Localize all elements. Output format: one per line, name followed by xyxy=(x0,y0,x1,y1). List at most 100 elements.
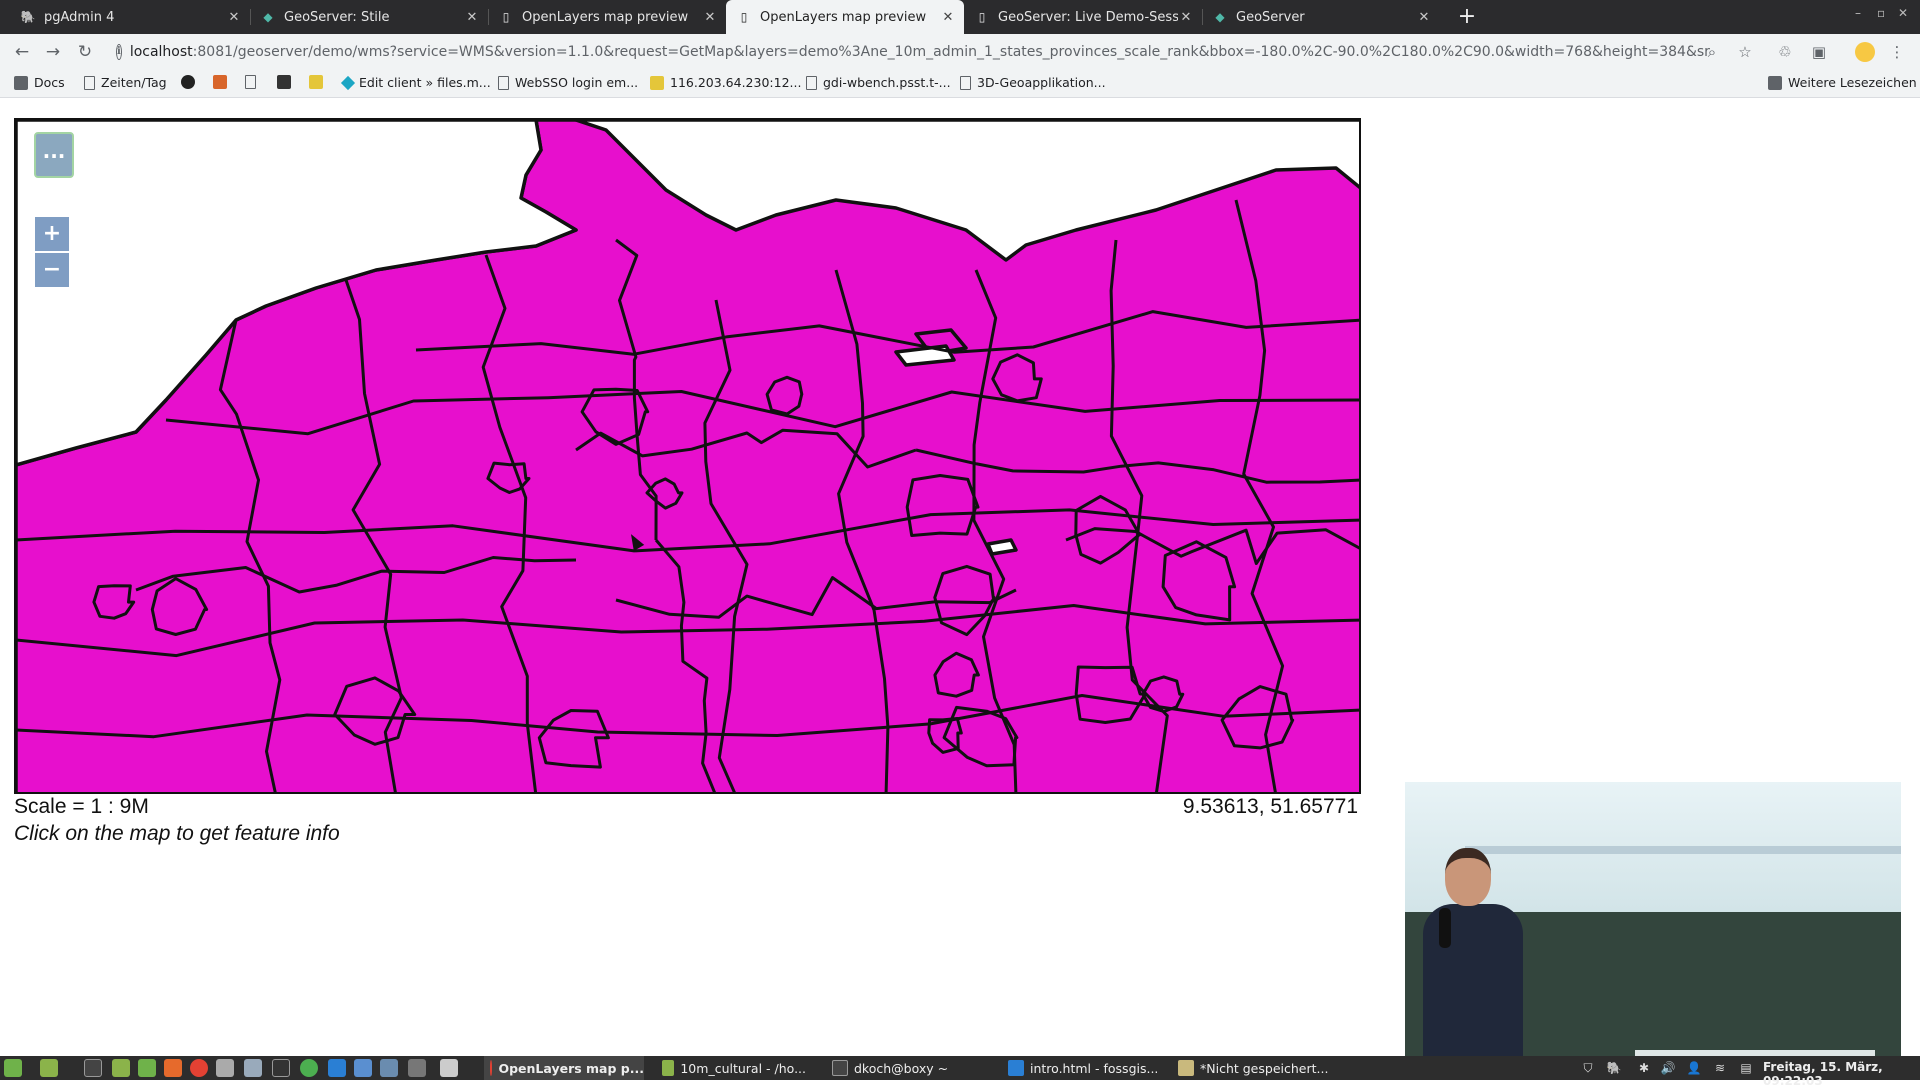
app-icon xyxy=(213,75,227,89)
minimize-icon[interactable]: – xyxy=(1855,6,1861,20)
page-icon: ▯ xyxy=(502,10,510,24)
close-icon[interactable]: ✕ xyxy=(702,10,718,25)
feature-info-hint: Click on the map to get feature info xyxy=(14,822,340,845)
expand-icon xyxy=(245,75,256,89)
bookmark-app-3[interactable] xyxy=(277,75,297,89)
tab-title: pgAdmin 4 xyxy=(44,9,115,25)
bookmark-star-icon[interactable]: ☆ xyxy=(1735,42,1755,62)
address-bar[interactable]: i localhost:8081/geoserver/demo/wms?serv… xyxy=(110,37,1710,67)
clock: Freitag, 15. März, 09:22:03 xyxy=(1763,1060,1883,1088)
app-icon[interactable] xyxy=(354,1059,372,1077)
diamond-icon xyxy=(340,75,356,90)
app-icon[interactable] xyxy=(244,1059,262,1077)
page-icon: ▯ xyxy=(978,10,986,24)
bookmark-app-2[interactable] xyxy=(245,75,262,89)
bluetooth-icon[interactable]: ✱ xyxy=(1636,1060,1652,1076)
taskbar-task-vscode[interactable]: intro.html - fossgis... xyxy=(1002,1056,1162,1080)
extension-icon[interactable]: ♲ xyxy=(1775,42,1795,62)
bookmark-websso[interactable]: WebSSO login em... xyxy=(498,75,638,90)
wifi-icon[interactable]: ≋ xyxy=(1712,1060,1728,1076)
tab-openlayers-preview-active[interactable]: ▯ OpenLayers map preview ✕ xyxy=(726,0,964,34)
map-layer[interactable] xyxy=(16,120,1361,794)
files-icon[interactable] xyxy=(112,1059,130,1077)
start-menu-icon[interactable] xyxy=(4,1059,22,1077)
bookmark-edit-client[interactable]: Edit client » files.m... xyxy=(340,75,491,90)
close-icon[interactable]: ✕ xyxy=(1178,10,1194,25)
browser-toolbar: ← → ↻ i localhost:8081/geoserver/demo/wm… xyxy=(0,34,1920,70)
folder-icon xyxy=(1768,75,1782,90)
spreadsheet-icon[interactable] xyxy=(138,1059,156,1077)
menu-kebab-icon[interactable]: ⋮ xyxy=(1887,42,1907,62)
back-arrow-icon[interactable]: ← xyxy=(10,40,34,64)
bookmark-3d-geoapplikation[interactable]: 3D-Geoapplikation... xyxy=(960,75,1106,90)
lake-polygon xyxy=(986,538,1018,556)
cursor-coordinates: 9.53613, 51.65771 xyxy=(1182,795,1358,818)
taskbar-task-10m-cultural[interactable]: 10m_cultural - /ho... xyxy=(656,1056,806,1080)
taskbar-task-editor[interactable]: *Nicht gespeichert... xyxy=(1172,1056,1342,1080)
geoserver-icon: ◆ xyxy=(263,10,273,24)
layer-switcher-button[interactable]: ··· xyxy=(34,132,74,178)
user-icon[interactable]: 👤 xyxy=(1686,1060,1702,1076)
task-label: 10m_cultural - /ho... xyxy=(680,1060,806,1076)
profile-avatar[interactable] xyxy=(1855,42,1875,62)
github-icon xyxy=(181,75,195,89)
bookmark-ip-address[interactable]: 116.203.64.230:12... xyxy=(650,75,801,90)
zoom-out-button[interactable]: − xyxy=(35,253,69,287)
tab-title: OpenLayers map preview xyxy=(522,9,689,25)
elephant-icon[interactable]: 🐘 xyxy=(1606,1060,1622,1076)
task-label: OpenLayers map p... xyxy=(498,1060,644,1076)
shield-icon[interactable]: ⛉ xyxy=(1580,1060,1596,1076)
bookmark-label: gdi-wbench.psst.t-... xyxy=(823,75,951,90)
bookmark-gdi-wbench[interactable]: gdi-wbench.psst.t-... xyxy=(806,75,951,90)
pgadmin-icon[interactable] xyxy=(380,1059,398,1077)
chrome-icon[interactable] xyxy=(190,1059,208,1077)
bookmark-app-4[interactable] xyxy=(309,75,329,89)
volume-icon[interactable]: 🔊 xyxy=(1660,1060,1676,1076)
reload-icon[interactable]: ↻ xyxy=(73,40,97,64)
tab-geoserver[interactable]: ◆ GeoServer ✕ xyxy=(1202,0,1440,34)
show-desktop-icon[interactable] xyxy=(40,1059,58,1077)
zoom-in-button[interactable]: + xyxy=(35,217,69,251)
close-icon[interactable]: ✕ xyxy=(226,10,242,25)
maximize-icon[interactable]: ▫ xyxy=(1877,6,1885,20)
bookmark-github[interactable] xyxy=(181,75,201,89)
close-icon[interactable]: ✕ xyxy=(940,10,956,25)
thumb-icon xyxy=(309,75,323,89)
firefox-icon[interactable] xyxy=(164,1059,182,1077)
close-icon[interactable]: ✕ xyxy=(464,10,480,25)
bookmark-zeiten-tag[interactable]: Zeiten/Tag xyxy=(84,75,167,90)
bookmark-label: 116.203.64.230:12... xyxy=(670,75,802,90)
bookmark-label: Zeiten/Tag xyxy=(101,75,167,90)
scale-indicator: Scale = 1 : 9M xyxy=(14,795,149,818)
info-icon[interactable]: i xyxy=(116,44,122,60)
map-viewport[interactable]: ··· + − xyxy=(14,118,1361,794)
tab-openlayers-preview-1[interactable]: ▯ OpenLayers map preview ✕ xyxy=(488,0,726,34)
app-icon[interactable] xyxy=(300,1059,318,1077)
forward-arrow-icon[interactable]: → xyxy=(41,40,65,64)
bookmark-label: Docs xyxy=(34,75,65,90)
close-icon[interactable]: ✕ xyxy=(1416,10,1432,25)
new-tab-button[interactable]: + xyxy=(1454,4,1480,30)
app-icon[interactable] xyxy=(272,1059,290,1077)
tab-pgadmin[interactable]: 🐘 pgAdmin 4 ✕ xyxy=(10,0,250,34)
os-taskbar: OpenLayers map p... 10m_cultural - /ho..… xyxy=(0,1056,1920,1088)
bookmark-app-1[interactable] xyxy=(213,75,233,89)
speaker-video-overlay xyxy=(1405,782,1901,1060)
terminal-icon[interactable] xyxy=(84,1059,102,1077)
taskbar-task-openlayers[interactable]: OpenLayers map p... xyxy=(484,1056,644,1080)
app-icon[interactable] xyxy=(440,1059,458,1077)
notes-icon[interactable]: ▤ xyxy=(1738,1060,1754,1076)
banana-icon xyxy=(650,75,664,90)
cast-icon[interactable]: ▣ xyxy=(1809,42,1829,62)
vscode-icon[interactable] xyxy=(328,1059,346,1077)
close-window-icon[interactable]: ✕ xyxy=(1898,6,1908,20)
taskbar-task-terminal[interactable]: dkoch@boxy ~ xyxy=(826,1056,976,1080)
bookmark-label: Edit client » files.m... xyxy=(359,75,491,90)
tab-geoserver-stile[interactable]: ◆ GeoServer: Stile ✕ xyxy=(250,0,488,34)
app-icon[interactable] xyxy=(216,1059,234,1077)
app-icon[interactable] xyxy=(408,1059,426,1077)
zoom-magnifier-icon[interactable]: ⌕ xyxy=(1702,42,1722,62)
bookmark-docs[interactable]: Docs xyxy=(14,75,65,90)
bookmark-other-folder[interactable]: Weitere Lesezeichen xyxy=(1768,75,1917,90)
tab-geoserver-live-demo[interactable]: ▯ GeoServer: Live Demo-Session ✕ xyxy=(964,0,1202,34)
